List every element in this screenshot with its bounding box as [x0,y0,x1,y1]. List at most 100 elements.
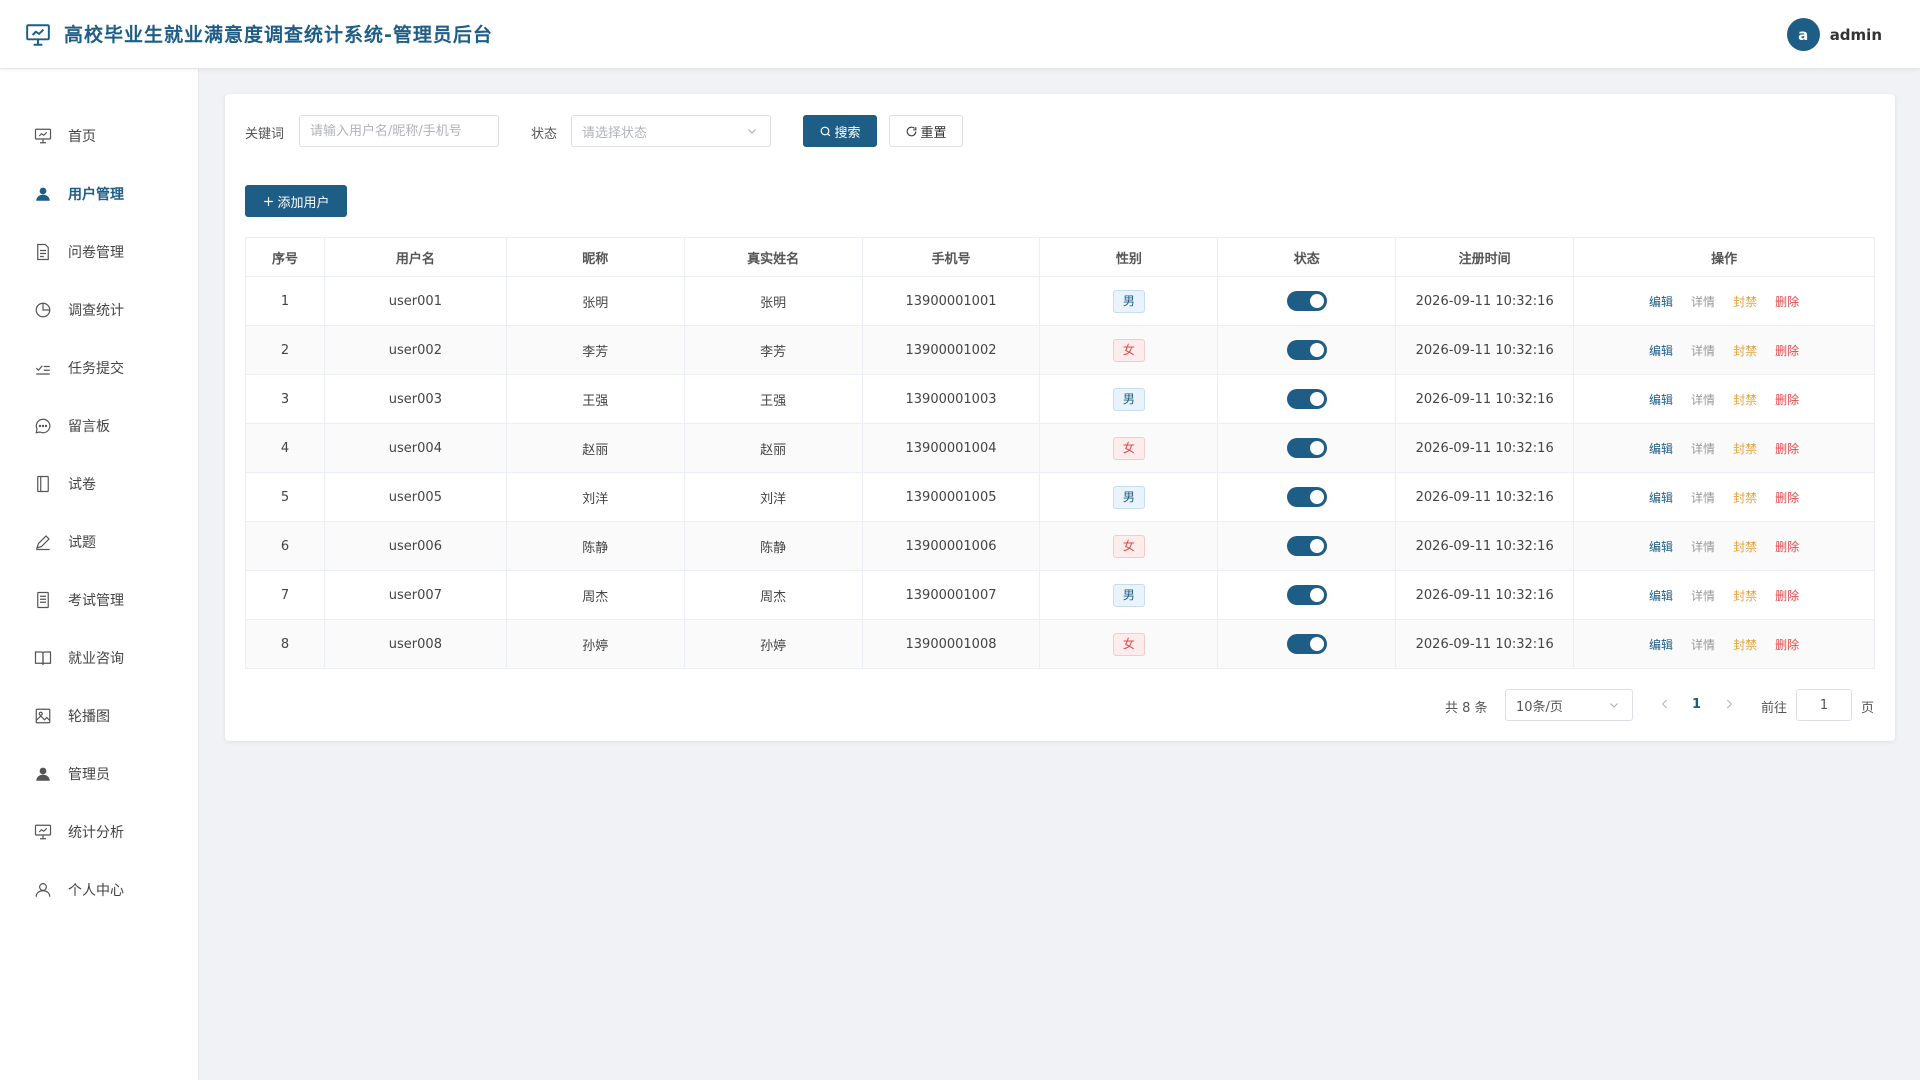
edit-link[interactable]: 编辑 [1649,540,1673,554]
status-toggle[interactable] [1286,487,1327,507]
sidebar-item-label: 首页 [68,129,96,145]
sidebar-item-survey-stats[interactable]: 调查统计 [0,290,199,330]
delete-link[interactable]: 删除 [1775,442,1799,456]
sidebar-item-home[interactable]: 首页 [0,116,199,156]
gender-tag: 女 [1112,632,1145,656]
sidebar-item-label: 个人中心 [68,883,124,899]
sidebar: 首页 用户管理 问卷管理 调查统计 任务提交 留言板 试卷 试题 考试管理 就业… [0,69,199,1080]
delete-link[interactable]: 删除 [1775,393,1799,407]
table-row: 1 user001 张明 张明 13900001001 男 2026-09-11 10:32… [245,276,1875,326]
chevron-down-icon [1610,703,1618,708]
row-index: 4 [245,423,325,473]
edit-link[interactable]: 编辑 [1649,295,1673,309]
page-number-current[interactable]: 1 [1692,697,1701,712]
username-cell: user002 [323,325,507,375]
chevron-left-icon[interactable] [1658,697,1672,711]
avatar[interactable]: a [1786,18,1820,51]
gender-cell: 女 [1039,423,1219,473]
delete-link[interactable]: 删除 [1775,344,1799,358]
ban-link[interactable]: 封禁 [1733,442,1757,456]
column-header: 手机号 [861,237,1041,277]
keyword-input[interactable] [299,115,499,147]
status-cell [1217,521,1397,571]
status-toggle[interactable] [1286,536,1327,556]
delete-link[interactable]: 删除 [1775,638,1799,652]
search-button[interactable]: 搜索 [803,115,877,147]
nickname-cell: 张明 [505,276,685,326]
operations-cell: 编辑 详情 封禁 删除 [1573,374,1875,424]
sidebar-item-carousel[interactable]: 轮播图 [0,696,199,736]
sidebar-item-administrator[interactable]: 管理员 [0,754,199,794]
operations-cell: 编辑 详情 封禁 删除 [1573,521,1875,571]
status-toggle[interactable] [1286,291,1327,311]
sidebar-item-label: 留言板 [68,419,110,435]
ban-link[interactable]: 封禁 [1733,491,1757,505]
chevron-right-icon[interactable] [1722,697,1736,711]
gender-cell: 男 [1039,472,1219,522]
status-cell [1217,423,1397,473]
edit-link[interactable]: 编辑 [1649,589,1673,603]
status-cell [1217,472,1397,522]
delete-link[interactable]: 删除 [1775,589,1799,603]
ban-link[interactable]: 封禁 [1733,295,1757,309]
status-toggle[interactable] [1286,585,1327,605]
nickname-cell: 孙婷 [505,619,685,669]
status-toggle[interactable] [1286,634,1327,654]
detail-link[interactable]: 详情 [1691,344,1715,358]
detail-link[interactable]: 详情 [1691,540,1715,554]
detail-link[interactable]: 详情 [1691,638,1715,652]
user-name[interactable]: admin [1830,26,1882,44]
delete-link[interactable]: 删除 [1775,540,1799,554]
edit-link[interactable]: 编辑 [1649,491,1673,505]
registered-time-cell: 2026-09-11 10:32:16 [1395,521,1575,571]
status-toggle[interactable] [1286,340,1327,360]
detail-link[interactable]: 详情 [1691,442,1715,456]
edit-link[interactable]: 编辑 [1649,344,1673,358]
sidebar-item-profile[interactable]: 个人中心 [0,870,199,910]
delete-link[interactable]: 删除 [1775,295,1799,309]
status-toggle[interactable] [1286,438,1327,458]
goto-page-input[interactable] [1796,689,1852,721]
registered-time-cell: 2026-09-11 10:32:16 [1395,374,1575,424]
status-toggle[interactable] [1286,389,1327,409]
edit-link[interactable]: 编辑 [1649,638,1673,652]
detail-link[interactable]: 详情 [1691,295,1715,309]
detail-link[interactable]: 详情 [1691,393,1715,407]
column-header: 昵称 [505,237,685,277]
ban-link[interactable]: 封禁 [1733,638,1757,652]
gender-tag: 男 [1112,289,1145,313]
sidebar-item-exam-paper[interactable]: 试卷 [0,464,199,504]
operations-cell: 编辑 详情 封禁 删除 [1573,276,1875,326]
edit-link[interactable]: 编辑 [1649,393,1673,407]
ban-link[interactable]: 封禁 [1733,540,1757,554]
detail-link[interactable]: 详情 [1691,589,1715,603]
sidebar-item-message-board[interactable]: 留言板 [0,406,199,446]
phone-cell: 13900001007 [861,570,1041,620]
sidebar-item-exam-management[interactable]: 考试管理 [0,580,199,620]
delete-link[interactable]: 删除 [1775,491,1799,505]
sidebar-item-user-management[interactable]: 用户管理 [0,174,199,214]
detail-link[interactable]: 详情 [1691,491,1715,505]
sidebar-item-questions[interactable]: 试题 [0,522,199,562]
sidebar-item-label: 调查统计 [68,303,124,319]
sidebar-item-task-submit[interactable]: 任务提交 [0,348,199,388]
status-cell [1217,619,1397,669]
sidebar-item-questionnaire[interactable]: 问卷管理 [0,232,199,272]
user-menu[interactable]: a admin [1786,18,1882,51]
reset-button[interactable]: 重置 [889,115,963,147]
sidebar-item-statistics[interactable]: 统计分析 [0,812,199,852]
status-select[interactable]: 请选择状态 [571,115,771,147]
table-header-row: 序号 用户名 昵称 真实姓名 手机号 性别 状态 注册时间 操作 [245,237,1875,277]
edit-link[interactable]: 编辑 [1649,442,1673,456]
nickname-cell: 李芳 [505,325,685,375]
ban-link[interactable]: 封禁 [1733,393,1757,407]
realname-cell: 张明 [683,276,863,326]
ban-link[interactable]: 封禁 [1733,589,1757,603]
nickname-cell: 赵丽 [505,423,685,473]
phone-cell: 13900001005 [861,472,1041,522]
presentation-icon [26,24,50,46]
sidebar-item-career-consulting[interactable]: 就业咨询 [0,638,199,678]
add-user-button[interactable]: 添加用户 [245,185,347,217]
page-size-select[interactable]: 10条/页 [1505,689,1633,721]
ban-link[interactable]: 封禁 [1733,344,1757,358]
